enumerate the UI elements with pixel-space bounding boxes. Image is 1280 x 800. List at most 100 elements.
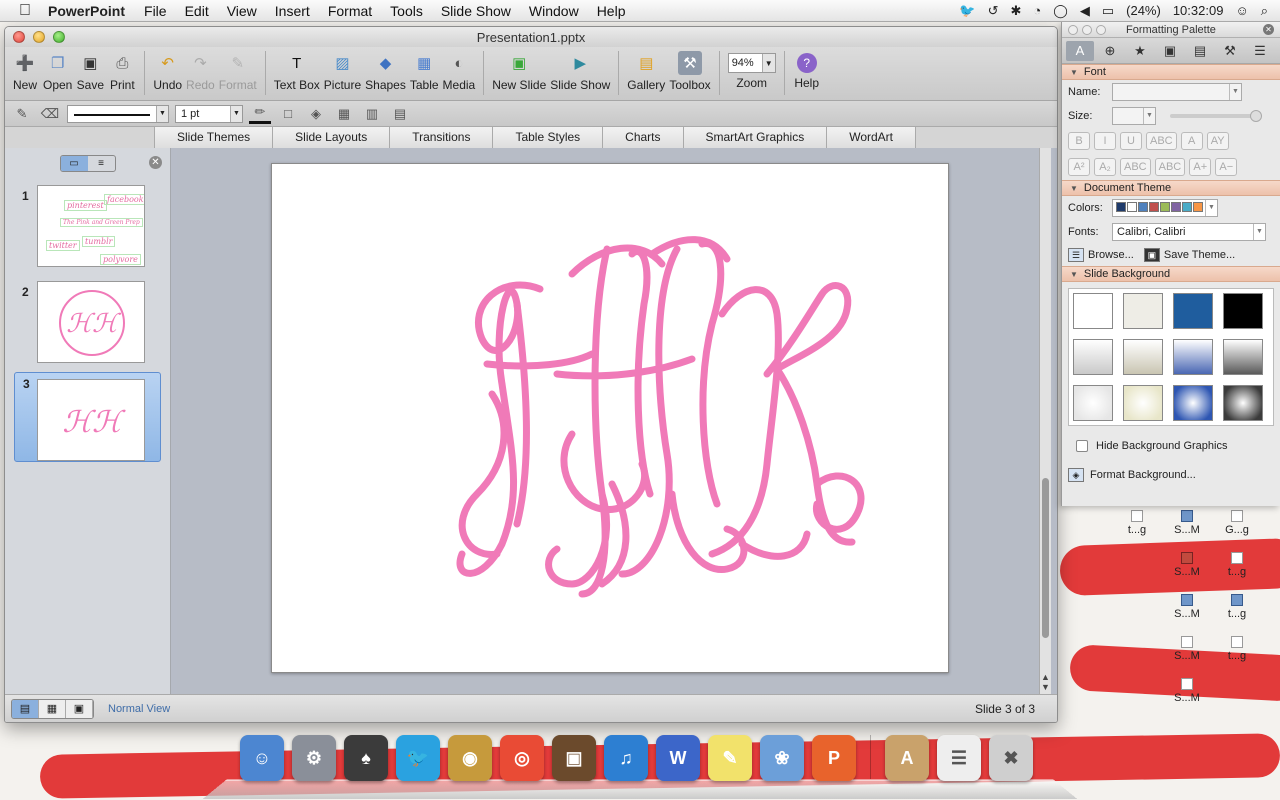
object-palette-tab-icon[interactable]: ⊕ (1096, 41, 1124, 61)
ribbon-tab-table-styles[interactable]: Table Styles (492, 127, 604, 148)
formatting-palette-tab-icon[interactable]: A (1066, 40, 1094, 61)
documents-folder-icon[interactable]: ☰ (937, 735, 981, 781)
background-swatch[interactable] (1073, 385, 1113, 421)
theme-colors-dropdown[interactable]: ▼ (1112, 199, 1218, 217)
zoom-window-button[interactable] (53, 31, 65, 43)
slide-show-view-button[interactable]: ▣ (66, 699, 93, 718)
custom-animation-tab-icon[interactable]: ★ (1126, 41, 1154, 61)
line-style-dropdown[interactable]: ▼ (67, 104, 169, 123)
table-split-icon[interactable]: ▤ (389, 104, 411, 124)
spotlight-icon[interactable]: ⌕ (1261, 3, 1268, 19)
open-button[interactable]: ❐ Open (43, 51, 72, 92)
zoom-dropdown[interactable]: 94% ▼ (727, 53, 776, 73)
table-layout-icon[interactable]: ▥ (361, 104, 383, 124)
itunes-icon[interactable]: ♫ (604, 735, 648, 781)
slides-view-tab[interactable]: ▭ (60, 155, 88, 171)
picture-button[interactable]: ▨ Picture (324, 51, 361, 92)
menu-window[interactable]: Window (520, 3, 588, 19)
font-style-button[interactable]: AY (1206, 132, 1229, 150)
save-button[interactable]: ▣ Save (76, 51, 104, 92)
chat-icon[interactable]: ◯ (1053, 3, 1068, 19)
skull-app-icon[interactable]: ♠ (344, 735, 388, 781)
palette-zoom-dot[interactable] (1096, 24, 1106, 35)
fill-color-icon[interactable]: ◈ (305, 104, 327, 124)
text-box-button[interactable]: T Text Box (274, 51, 320, 93)
close-window-button[interactable] (13, 31, 25, 43)
font-script-button[interactable]: A₂ (1094, 158, 1116, 176)
outline-view-tab[interactable]: ≡ (88, 156, 115, 171)
finder-icon[interactable]: ☺ (240, 735, 284, 781)
image-capture-icon[interactable]: ▣ (552, 735, 596, 781)
desktop-file-icon[interactable]: t...g (1220, 552, 1254, 578)
current-slide[interactable] (271, 163, 949, 673)
battery-icon[interactable]: ▭ (1102, 3, 1114, 19)
shapes-button[interactable]: ◆ Shapes (365, 51, 406, 92)
background-swatch[interactable] (1073, 293, 1113, 329)
font-style-button[interactable]: I (1094, 132, 1116, 150)
powerpoint-icon[interactable]: P (812, 735, 856, 781)
close-pane-icon[interactable]: ✕ (149, 156, 162, 169)
zoom-control[interactable]: 94% ▼ Zoom (727, 51, 776, 90)
ribbon-tab-transitions[interactable]: Transitions (389, 127, 494, 148)
background-swatch[interactable] (1223, 385, 1263, 421)
font-size-input[interactable]: ▼ (1112, 107, 1156, 125)
background-swatch[interactable] (1173, 385, 1213, 421)
desktop-file-icon[interactable]: S...M (1170, 636, 1204, 662)
background-swatch[interactable] (1173, 293, 1213, 329)
chrome-icon[interactable]: ◎ (500, 735, 544, 781)
eraser-icon[interactable]: ⌫ (39, 104, 61, 124)
background-swatch[interactable] (1123, 339, 1163, 375)
time-machine-icon[interactable]: ↺ (988, 3, 999, 19)
edit-shape-icon[interactable]: ✎ (11, 104, 33, 124)
ribbon-tab-charts[interactable]: Charts (602, 127, 684, 148)
scrapbook-tab-icon[interactable]: ▤ (1186, 41, 1214, 61)
desktop-file-icon[interactable]: S...M (1170, 594, 1204, 620)
background-swatch[interactable] (1073, 339, 1113, 375)
font-style-button[interactable]: A (1180, 132, 1203, 150)
toolbox-button[interactable]: ⚒ Toolbox (669, 51, 711, 92)
trash-icon[interactable]: ✖ (989, 735, 1033, 781)
gallery-button[interactable]: ▤ Gallery (627, 51, 665, 92)
background-swatch[interactable] (1123, 385, 1163, 421)
font-section-header[interactable]: Font (1062, 64, 1280, 80)
menu-insert[interactable]: Insert (266, 3, 319, 19)
desktop-file-icon[interactable]: S...M (1170, 552, 1204, 578)
hide-background-checkbox[interactable] (1076, 440, 1088, 452)
font-style-button[interactable]: ABC (1146, 132, 1177, 150)
twitter-status-icon[interactable]: 🐦 (959, 3, 975, 19)
desktop-file-icon[interactable]: G...g (1220, 510, 1254, 536)
project-palette-tab-icon[interactable]: ☰ (1246, 41, 1274, 61)
font-style-button[interactable]: B (1068, 132, 1090, 150)
applications-folder-icon[interactable]: A (885, 735, 929, 781)
background-swatch[interactable] (1223, 339, 1263, 375)
bluetooth-icon[interactable]: ✱ (1011, 3, 1022, 19)
app-menu[interactable]: PowerPoint (40, 3, 135, 19)
twitter-icon[interactable]: 🐦 (396, 735, 440, 781)
undo-button[interactable]: ↶ Undo (153, 51, 182, 92)
help-button[interactable]: ? Help (793, 51, 821, 90)
menu-slide-show[interactable]: Slide Show (432, 3, 520, 19)
menu-file[interactable]: File (135, 3, 176, 19)
new-slide-button[interactable]: ▣ New Slide (492, 51, 546, 92)
table-button[interactable]: ▦ Table (410, 51, 439, 92)
font-script-button[interactable]: A+ (1189, 158, 1212, 176)
slide-sorter-button[interactable]: ▦ (39, 699, 66, 718)
ribbon-tab-wordart[interactable]: WordArt (826, 127, 916, 148)
desktop-file-icon[interactable]: t...g (1220, 636, 1254, 662)
user-icon[interactable]: ☺ (1235, 3, 1248, 18)
desktop-file-icon[interactable]: S...M (1170, 678, 1204, 704)
table-grid-icon[interactable]: ▦ (333, 104, 355, 124)
system-preferences-icon[interactable]: ⚙ (292, 735, 336, 781)
menu-tools[interactable]: Tools (381, 3, 432, 19)
desktop-file-icon[interactable]: S...M (1170, 510, 1204, 536)
compatibility-tab-icon[interactable]: ⚒ (1216, 41, 1244, 61)
ribbon-tab-slide-themes[interactable]: Slide Themes (154, 127, 274, 148)
monogram-image[interactable] (272, 164, 950, 674)
desktop-file-icon[interactable]: t...g (1120, 510, 1154, 536)
document-theme-header[interactable]: Document Theme (1062, 180, 1280, 196)
font-script-button[interactable]: ABC (1154, 158, 1186, 176)
menu-edit[interactable]: Edit (176, 3, 218, 19)
font-size-slider[interactable] (1170, 110, 1262, 122)
font-script-button[interactable]: ABC (1120, 158, 1151, 176)
theme-fonts-dropdown[interactable]: Calibri, Calibri ▼ (1112, 223, 1266, 241)
